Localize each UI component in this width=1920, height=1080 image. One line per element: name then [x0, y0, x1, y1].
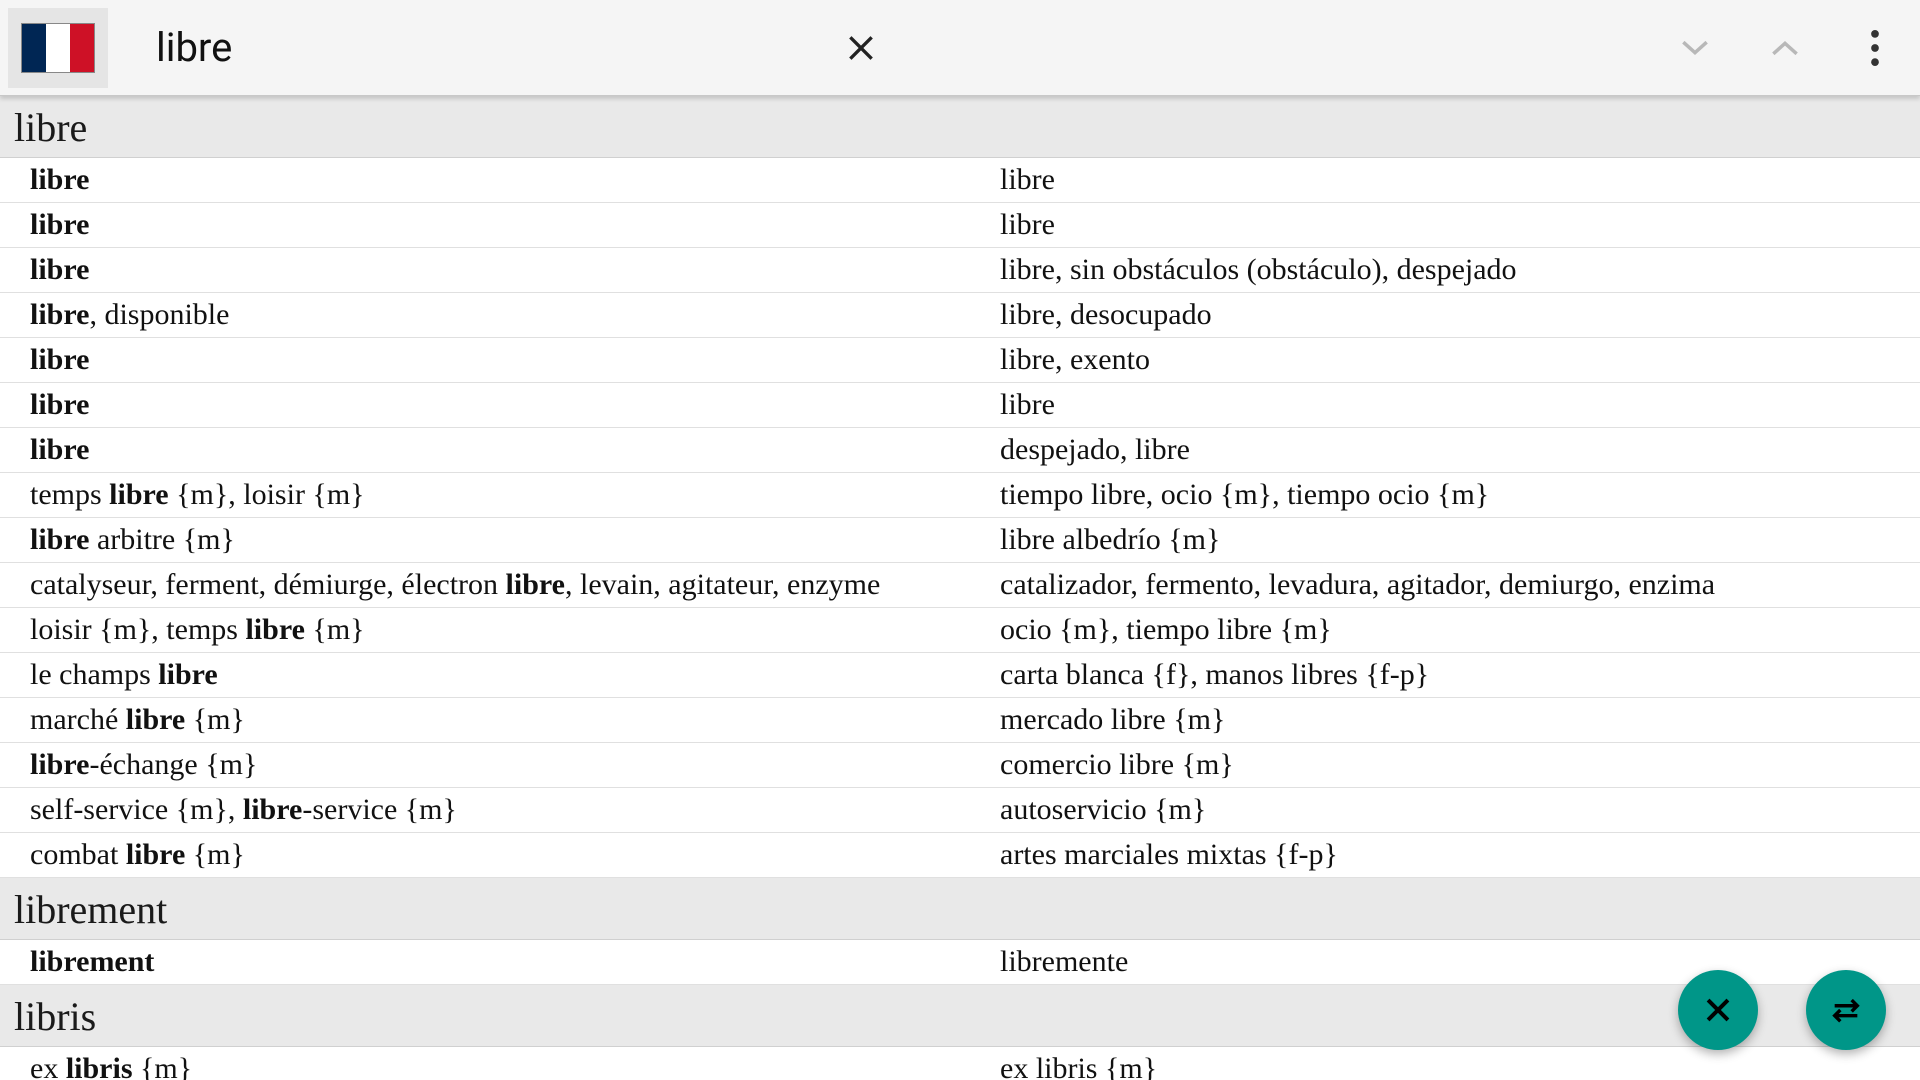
- result-row[interactable]: combat libre {m}artes marciales mixtas {…: [0, 833, 1920, 878]
- result-row[interactable]: catalyseur, ferment, démiurge, électron …: [0, 563, 1920, 608]
- fab-close-button[interactable]: [1678, 970, 1758, 1050]
- close-icon: [845, 32, 877, 64]
- result-row[interactable]: librelibre: [0, 203, 1920, 248]
- result-row[interactable]: librelibre: [0, 383, 1920, 428]
- source-term: libre arbitre {m}: [0, 519, 990, 561]
- translation: libre: [990, 384, 1920, 426]
- search-input[interactable]: [116, 24, 816, 71]
- translation: ocio {m}, tiempo libre {m}: [990, 609, 1920, 651]
- result-row[interactable]: librelibre, sin obstáculos (obstáculo), …: [0, 248, 1920, 293]
- result-row[interactable]: marché libre {m}mercado libre {m}: [0, 698, 1920, 743]
- chevron-up-icon: [1771, 37, 1799, 59]
- source-term: le champs libre: [0, 654, 990, 696]
- source-term: libre: [0, 249, 990, 291]
- source-term: marché libre {m}: [0, 699, 990, 741]
- source-term: libre, disponible: [0, 294, 990, 336]
- source-term: ex libris {m}: [0, 1048, 990, 1080]
- result-row[interactable]: loisir {m}, temps libre {m}ocio {m}, tie…: [0, 608, 1920, 653]
- source-term: combat libre {m}: [0, 834, 990, 876]
- close-icon: [1701, 993, 1735, 1027]
- result-row[interactable]: librelibre: [0, 158, 1920, 203]
- translation: libre: [990, 204, 1920, 246]
- translation: libre, sin obstáculos (obstáculo), despe…: [990, 249, 1920, 291]
- more-vertical-icon: [1871, 30, 1879, 66]
- section-header: libre: [0, 96, 1920, 158]
- source-term: libre: [0, 384, 990, 426]
- translation: artes marciales mixtas {f-p}: [990, 834, 1920, 876]
- overflow-menu-button[interactable]: [1830, 3, 1920, 93]
- translation: libre albedrío {m}: [990, 519, 1920, 561]
- source-term: libre-échange {m}: [0, 744, 990, 786]
- section-header: librement: [0, 878, 1920, 940]
- fab-swap-button[interactable]: [1806, 970, 1886, 1050]
- translation: autoservicio {m}: [990, 789, 1920, 831]
- history-up-button[interactable]: [1740, 3, 1830, 93]
- result-row[interactable]: librementlibremente: [0, 940, 1920, 985]
- translation: mercado libre {m}: [990, 699, 1920, 741]
- translation: libre, desocupado: [990, 294, 1920, 336]
- translation: libre: [990, 159, 1920, 201]
- source-term: libre: [0, 429, 990, 471]
- source-term: catalyseur, ferment, démiurge, électron …: [0, 564, 990, 606]
- result-row[interactable]: libredespejado, libre: [0, 428, 1920, 473]
- translation: despejado, libre: [990, 429, 1920, 471]
- translation: libre, exento: [990, 339, 1920, 381]
- source-term: temps libre {m}, loisir {m}: [0, 474, 990, 516]
- source-term: loisir {m}, temps libre {m}: [0, 609, 990, 651]
- app-header: [0, 0, 1920, 96]
- translation: tiempo libre, ocio {m}, tiempo ocio {m}: [990, 474, 1920, 516]
- result-row[interactable]: libre-échange {m}comercio libre {m}: [0, 743, 1920, 788]
- translation: carta blanca {f}, manos libres {f-p}: [990, 654, 1920, 696]
- translation: comercio libre {m}: [990, 744, 1920, 786]
- source-term: libre: [0, 159, 990, 201]
- swap-horizontal-icon: [1829, 993, 1863, 1027]
- history-down-button[interactable]: [1650, 3, 1740, 93]
- result-row[interactable]: self-service {m}, libre-service {m}autos…: [0, 788, 1920, 833]
- translation: ex libris {m}: [990, 1048, 1920, 1080]
- section-header: libris: [0, 985, 1920, 1047]
- source-term: libre: [0, 339, 990, 381]
- translation: catalizador, fermento, levadura, agitado…: [990, 564, 1920, 606]
- clear-search-button[interactable]: [816, 3, 906, 93]
- result-row[interactable]: libre, disponiblelibre, desocupado: [0, 293, 1920, 338]
- french-flag-icon: [21, 23, 95, 73]
- source-term: librement: [0, 941, 990, 983]
- source-term: libre: [0, 204, 990, 246]
- result-row[interactable]: temps libre {m}, loisir {m}tiempo libre,…: [0, 473, 1920, 518]
- result-row[interactable]: ex libris {m}ex libris {m}: [0, 1047, 1920, 1080]
- fab-container: [1678, 970, 1886, 1050]
- result-row[interactable]: librelibre, exento: [0, 338, 1920, 383]
- chevron-down-icon: [1681, 37, 1709, 59]
- source-term: self-service {m}, libre-service {m}: [0, 789, 990, 831]
- result-row[interactable]: libre arbitre {m}libre albedrío {m}: [0, 518, 1920, 563]
- result-row[interactable]: le champs librecarta blanca {f}, manos l…: [0, 653, 1920, 698]
- results-list: librelibrelibrelibrelibrelibrelibre, sin…: [0, 96, 1920, 1080]
- language-flag-button[interactable]: [8, 8, 108, 88]
